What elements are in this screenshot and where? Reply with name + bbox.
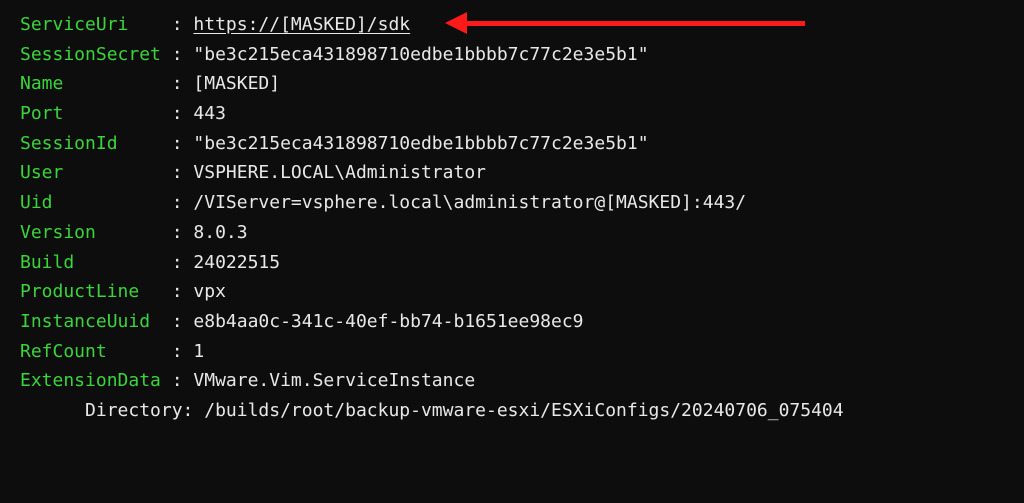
property-separator: :	[172, 10, 194, 40]
property-row: Port : 443	[20, 99, 1004, 129]
property-separator: :	[172, 40, 194, 70]
property-key: Port	[20, 99, 172, 129]
property-separator: :	[172, 158, 194, 188]
property-key: ServiceUri	[20, 10, 172, 40]
property-row: InstanceUuid : e8b4aa0c-341c-40ef-bb74-b…	[20, 307, 1004, 337]
directory-label: Directory:	[85, 400, 193, 421]
property-row: Uid : /VIServer=vsphere.local\administra…	[20, 188, 1004, 218]
property-key: SessionSecret	[20, 40, 172, 70]
property-value: /VIServer=vsphere.local\administrator@[M…	[193, 188, 746, 218]
property-key: ExtensionData	[20, 366, 172, 396]
property-value: VMware.Vim.ServiceInstance	[193, 366, 475, 396]
terminal-output: ServiceUri : https://[MASKED]/sdkSession…	[20, 10, 1004, 426]
property-row: RefCount : 1	[20, 337, 1004, 367]
property-separator: :	[172, 129, 194, 159]
property-key: Uid	[20, 188, 172, 218]
property-row: Build : 24022515	[20, 248, 1004, 278]
directory-line: Directory: /builds/root/backup-vmware-es…	[20, 396, 1004, 426]
property-row: ProductLine : vpx	[20, 277, 1004, 307]
property-separator: :	[172, 277, 194, 307]
property-value: 1	[193, 337, 204, 367]
property-row: Name : [MASKED]	[20, 69, 1004, 99]
property-key: Name	[20, 69, 172, 99]
property-row: SessionId : "be3c215eca431898710edbe1bbb…	[20, 129, 1004, 159]
property-key: Version	[20, 218, 172, 248]
property-separator: :	[172, 69, 194, 99]
property-separator: :	[172, 218, 194, 248]
property-key: ProductLine	[20, 277, 172, 307]
property-value: "be3c215eca431898710edbe1bbbb7c77c2e3e5b…	[193, 129, 648, 159]
property-key: Build	[20, 248, 172, 278]
property-row: SessionSecret : "be3c215eca431898710edbe…	[20, 40, 1004, 70]
property-key: RefCount	[20, 337, 172, 367]
directory-path: /builds/root/backup-vmware-esxi/ESXiConf…	[193, 400, 843, 421]
property-value: e8b4aa0c-341c-40ef-bb74-b1651ee98ec9	[193, 307, 583, 337]
property-row: ServiceUri : https://[MASKED]/sdk	[20, 10, 1004, 40]
property-separator: :	[172, 248, 194, 278]
property-separator: :	[172, 366, 194, 396]
property-row: ExtensionData : VMware.Vim.ServiceInstan…	[20, 366, 1004, 396]
property-separator: :	[172, 99, 194, 129]
property-row: Version : 8.0.3	[20, 218, 1004, 248]
property-value: 24022515	[193, 248, 280, 278]
property-separator: :	[172, 337, 194, 367]
property-value: [MASKED]	[193, 69, 280, 99]
property-value: https://[MASKED]/sdk	[193, 10, 410, 40]
property-row: User : VSPHERE.LOCAL\Administrator	[20, 158, 1004, 188]
property-key: SessionId	[20, 129, 172, 159]
property-key: User	[20, 158, 172, 188]
property-separator: :	[172, 307, 194, 337]
property-value: 8.0.3	[193, 218, 247, 248]
property-value: VSPHERE.LOCAL\Administrator	[193, 158, 486, 188]
property-value: 443	[193, 99, 226, 129]
property-key: InstanceUuid	[20, 307, 172, 337]
property-value: "be3c215eca431898710edbe1bbbb7c77c2e3e5b…	[193, 40, 648, 70]
property-value: vpx	[193, 277, 226, 307]
property-separator: :	[172, 188, 194, 218]
